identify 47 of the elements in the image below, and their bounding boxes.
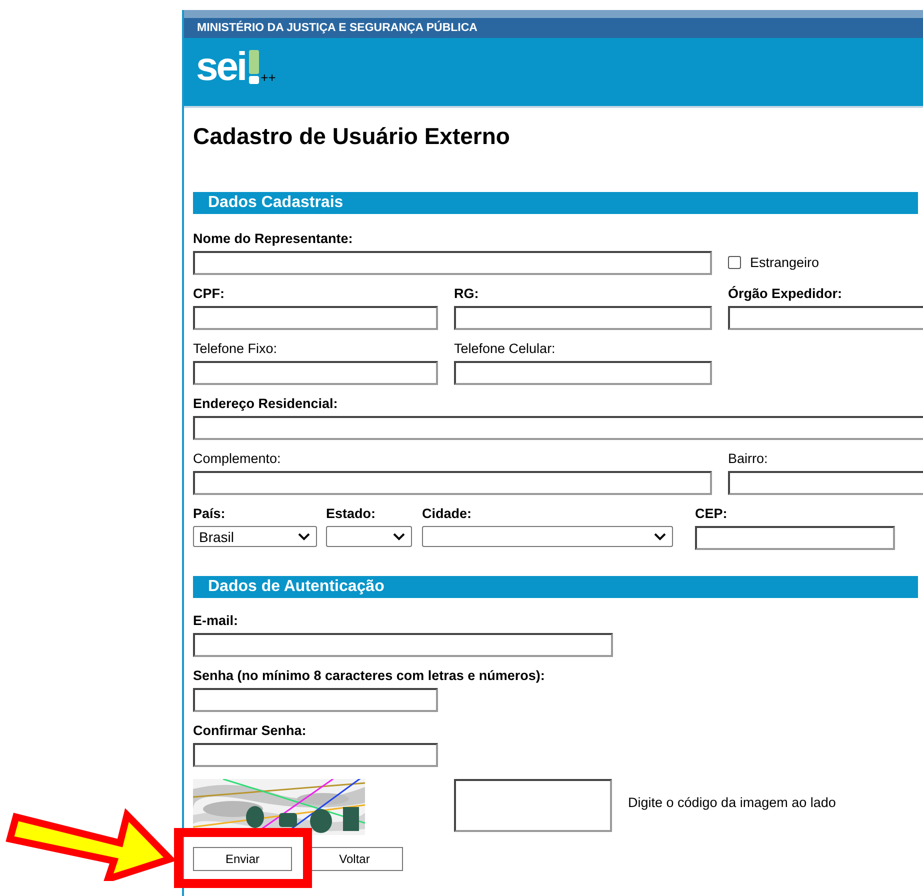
field-label: CEP: [695,507,728,521]
input-field[interactable] [193,688,438,712]
chevron-down-icon [393,532,405,540]
input-field[interactable] [728,306,923,330]
field-label: E-mail: [193,614,240,628]
field-label: Complemento: [193,452,282,466]
checkbox-label: Estrangeiro [750,254,820,270]
section-header: Dados de Autenticação [193,576,918,598]
field-label: Confirmar Senha: [193,724,308,738]
input-field[interactable] [193,416,923,440]
input-field[interactable] [695,526,895,550]
field-label: Estado: [326,507,377,521]
field-label: Cidade: [422,507,473,521]
field-label: País: [193,507,226,521]
input-field[interactable] [193,743,438,767]
checkbox[interactable] [728,256,741,268]
input-field[interactable] [454,306,712,330]
input-field[interactable] [193,251,712,275]
page-title: Cadastro de Usuário Externo [193,122,511,150]
exclamation-icon [248,50,260,84]
dropdown[interactable] [422,526,673,547]
field-label: RG: [454,287,480,301]
field-label: Telefone Fixo: [193,342,278,356]
field-label: Endereço Residencial: [193,397,339,411]
input-field[interactable] [193,306,438,330]
input-field[interactable] [728,471,923,495]
captcha-field[interactable] [454,779,612,832]
logo-text: sei [196,50,246,84]
field-label: Bairro: [728,452,769,466]
dropdown[interactable] [326,526,412,547]
input-field[interactable] [193,633,613,657]
ministry-name: MINISTÉRIO DA JUSTIÇA E SEGURANÇA PÚBLICA [197,22,478,34]
input-field[interactable] [193,471,712,495]
captcha-hint: Digite o código da imagem ao lado [628,795,836,810]
section-header: Dados Cadastrais [193,192,918,214]
input-field[interactable] [454,361,712,385]
dropdown[interactable]: Brasil [193,526,317,547]
form-button[interactable]: Enviar [193,847,292,871]
field-label: Nome do Representante: [193,232,354,246]
chevron-down-icon [298,532,310,540]
field-label: Telefone Celular: [454,342,556,356]
logo-suffix: ++ [260,72,276,84]
field-label: Órgão Expedidor: [728,287,844,301]
field-label: Senha (no mínimo 8 caracteres com letras e números): [193,669,545,683]
chevron-down-icon [654,532,666,540]
input-field[interactable] [193,361,438,385]
field-label: CPF: [193,287,226,301]
